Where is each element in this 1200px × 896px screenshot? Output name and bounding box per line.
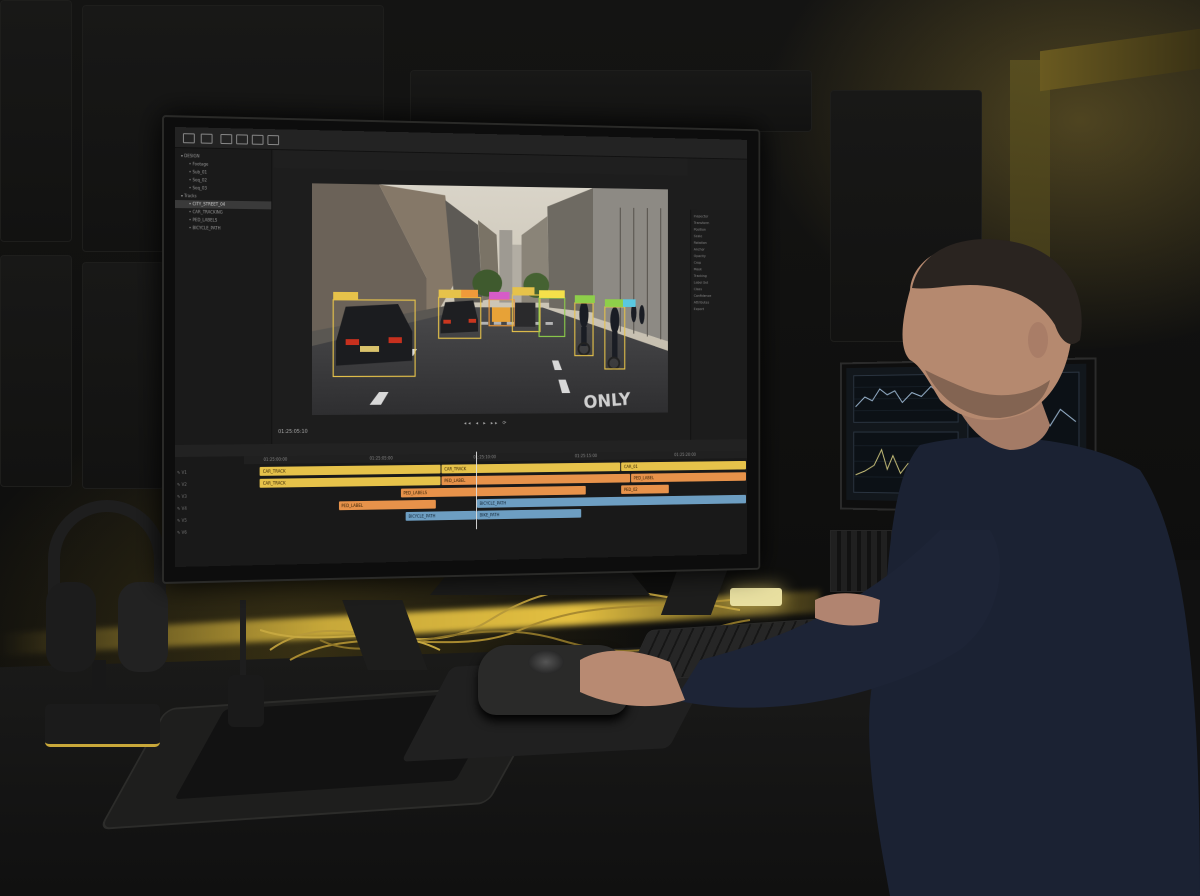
ruler-tick-label: 01:25:00:00 [264,457,288,462]
media-pool-panel: ▾ DESIGN • Footage • Sub_01 • Seq_02 • Seq_0… [175,148,272,448]
track-header[interactable]: ✎ V2 [177,478,242,491]
acoustic-panel [0,255,72,487]
track-header[interactable]: ✎ V6 [177,526,242,539]
trackball-ball[interactable] [528,650,564,674]
headphones-cup [46,582,96,672]
playhead[interactable] [476,452,477,530]
track-header[interactable]: ✎ V1 [177,466,242,479]
headphone-stand [45,704,160,747]
pen-holder [228,675,264,727]
acoustic-panel [82,262,164,489]
car [515,303,535,327]
stylus-pen[interactable] [240,600,246,680]
cut-icon[interactable] [236,134,248,144]
transport-controls[interactable]: ◂◂ ◂ ▸ ▸▸ ⟳ [464,420,575,430]
media-icon[interactable] [201,134,213,144]
headphone-stand-pole [92,660,106,710]
timeline-clip[interactable]: BICYCLE_PATH [406,511,476,521]
track-header[interactable]: ✎ V3 [177,490,242,503]
color-icon[interactable] [267,135,279,145]
fusion-icon[interactable] [252,135,264,145]
ruler-tick-label: 01:25:05:00 [370,456,393,461]
edit-icon[interactable] [220,134,232,144]
media-pool-item[interactable]: • BICYCLE_PATH [175,224,271,233]
headphones-cup [118,582,168,672]
car [336,304,412,366]
viewer-timecode: 01:25:05:10 [278,429,308,435]
operator-person [560,230,1200,896]
car [441,300,478,333]
workspace-icon[interactable] [183,133,195,143]
taxi [492,307,511,322]
timeline-clip[interactable]: PED_LABEL [339,500,436,510]
acoustic-panel [0,0,72,242]
